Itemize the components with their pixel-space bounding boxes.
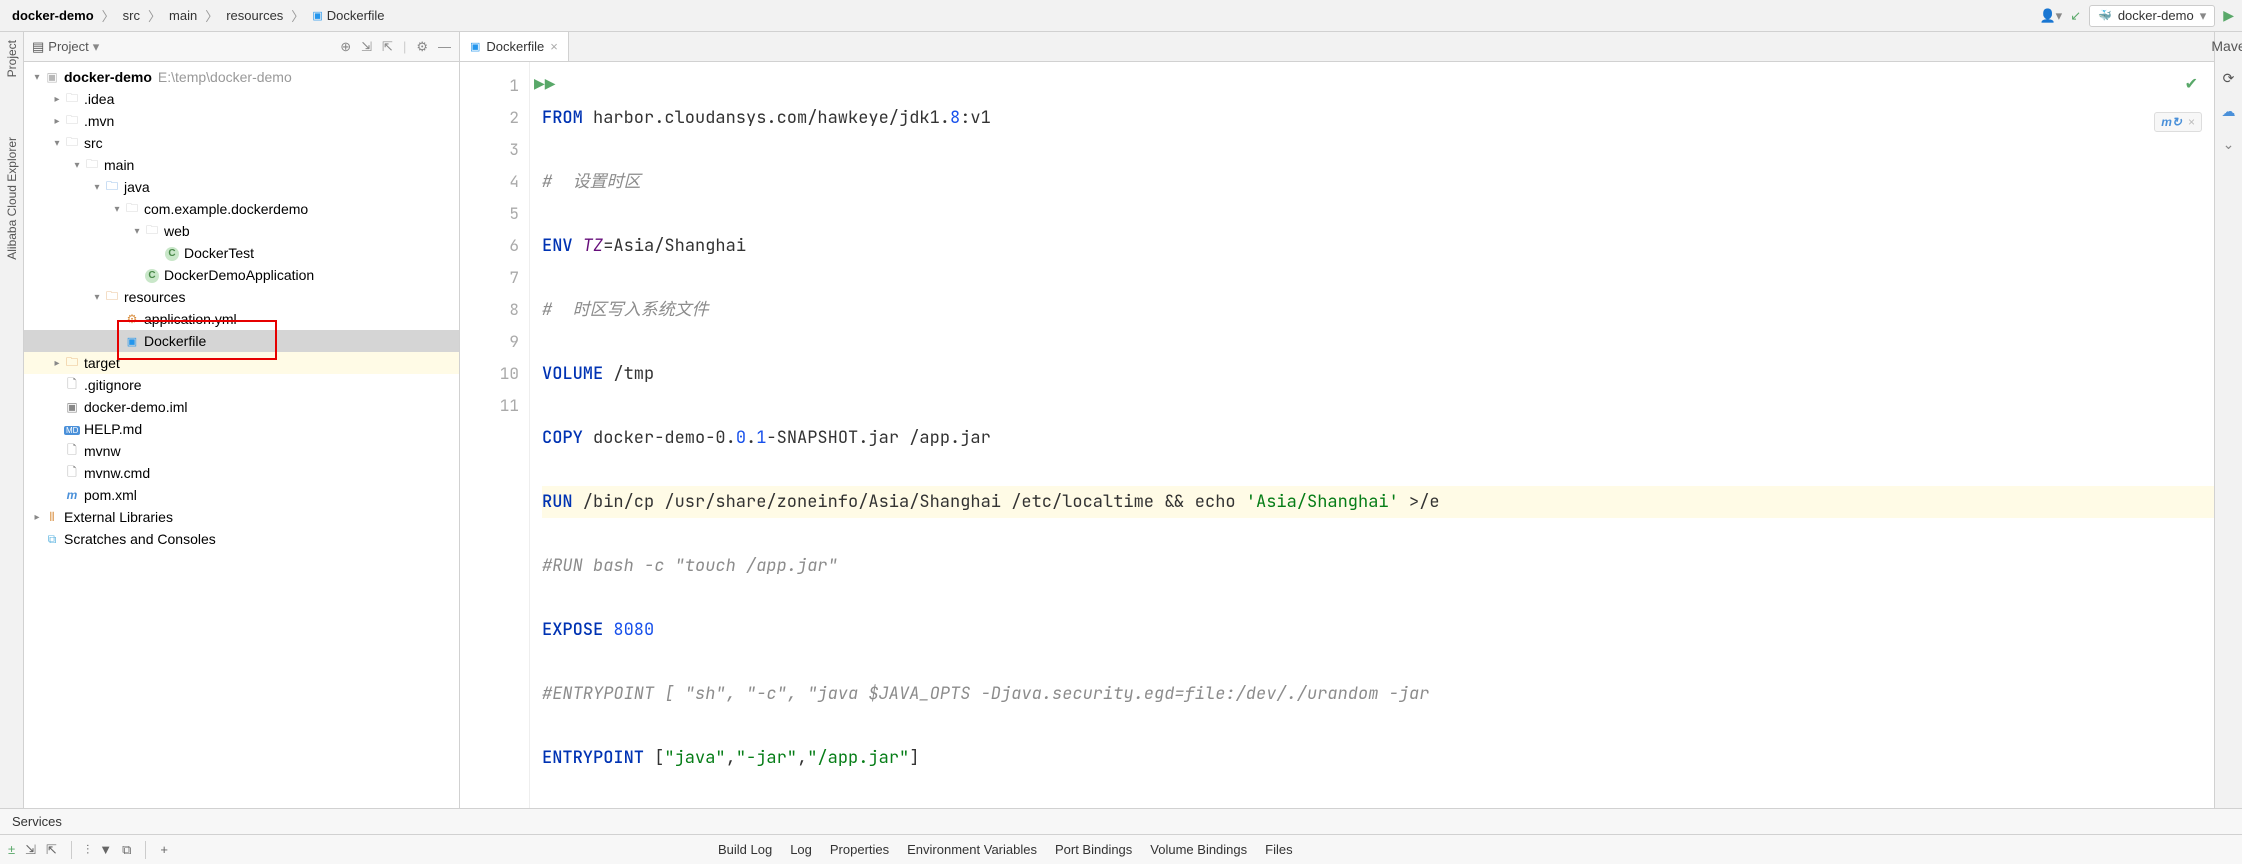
breadcrumb: docker-demo 〉 src 〉 main 〉 resources 〉 ▣… <box>8 6 389 25</box>
refresh-icon[interactable]: ⟳ <box>2223 70 2235 87</box>
code-editor[interactable]: FROM harbor.cloudansys.com/hawkeye/jdk1.… <box>530 62 2214 808</box>
run-config-selector[interactable]: 🐳 docker-demo ▾ <box>2089 5 2215 27</box>
divider <box>71 841 72 859</box>
build-icon[interactable]: ↙ <box>2070 8 2081 24</box>
tree-node-gitignore[interactable]: 🗋.gitignore <box>24 374 459 396</box>
docker-file-icon: ▣ <box>470 40 480 53</box>
tree-node-java[interactable]: ▾🗀java <box>24 176 459 198</box>
group-icon[interactable]: ⧉ <box>122 842 131 858</box>
hide-icon[interactable]: — <box>438 39 451 55</box>
inspection-ok-icon[interactable]: ✔ <box>2185 74 2198 94</box>
maven-reimport-badge[interactable]: m↻ × <box>2154 112 2202 132</box>
editor-tab-label: Dockerfile <box>486 39 544 54</box>
left-tool-strip: Project Alibaba Cloud Explorer <box>0 32 24 808</box>
breadcrumb-label: Dockerfile <box>327 8 385 23</box>
add-service-icon[interactable]: ± <box>8 842 15 857</box>
tab-build-log[interactable]: Build Log <box>718 842 772 857</box>
tab-env-vars[interactable]: Environment Variables <box>907 842 1037 857</box>
breadcrumb-item[interactable]: ▣ Dockerfile <box>308 6 388 25</box>
expand-all-icon[interactable]: ⇲ <box>361 39 372 55</box>
docker-icon: 🐳 <box>2098 9 2112 22</box>
top-breadcrumb-bar: docker-demo 〉 src 〉 main 〉 resources 〉 ▣… <box>0 0 2242 32</box>
editor-area: ▣ Dockerfile × 1 2 3 4 5 6 7 8 9 10 11 <box>460 32 2214 808</box>
project-tool-tab[interactable]: Project <box>5 40 19 77</box>
chevron-right-icon: 〉 <box>205 6 218 25</box>
chevron-down-icon[interactable]: ▾ <box>93 39 100 55</box>
alibaba-cloud-tab[interactable]: Alibaba Cloud Explorer <box>5 137 19 260</box>
close-tab-icon[interactable]: × <box>550 39 558 54</box>
chevron-right-icon: 〉 <box>148 6 161 25</box>
services-panel-header[interactable]: Services <box>0 808 2242 834</box>
tree-node-external-libs[interactable]: ▸⫴External Libraries <box>24 506 459 528</box>
collapse-all-icon[interactable]: ⇱ <box>382 39 393 55</box>
divider <box>145 841 146 859</box>
tree-node-app-class[interactable]: CDockerDemoApplication <box>24 264 459 286</box>
editor-body[interactable]: 1 2 3 4 5 6 7 8 9 10 11 ▶▶ FROM harbor.c… <box>460 62 2214 808</box>
maven-tool-tab[interactable]: Mave <box>2211 38 2242 54</box>
tree-node-pom[interactable]: mpom.xml <box>24 484 459 506</box>
collapse-icon[interactable]: ⇱ <box>46 842 57 858</box>
tree-node-dockertest[interactable]: CDockerTest <box>24 242 459 264</box>
services-label: Services <box>12 814 62 829</box>
funnel-icon[interactable]: ▼ <box>99 842 112 857</box>
project-tree[interactable]: ▾▣docker-demoE:\temp\docker-demo ▸🗀.idea… <box>24 62 459 554</box>
editor-tabs: ▣ Dockerfile × <box>460 32 2214 62</box>
tree-node-mvnwcmd[interactable]: 🗋mvnw.cmd <box>24 462 459 484</box>
breadcrumb-item[interactable]: resources <box>222 6 287 25</box>
breadcrumb-item[interactable]: main <box>165 6 201 25</box>
tree-node-mvn[interactable]: ▸🗀.mvn <box>24 110 459 132</box>
tab-port-bindings[interactable]: Port Bindings <box>1055 842 1132 857</box>
tree-node-appyml[interactable]: ⚙application.yml <box>24 308 459 330</box>
tree-node-src[interactable]: ▾🗀src <box>24 132 459 154</box>
tree-node-dockerfile[interactable]: ▣Dockerfile <box>24 330 459 352</box>
locate-icon[interactable]: ⊕ <box>340 39 351 55</box>
tab-log[interactable]: Log <box>790 842 812 857</box>
tree-node-scratches[interactable]: ⧉Scratches and Consoles <box>24 528 459 550</box>
breadcrumb-item[interactable]: src <box>119 6 144 25</box>
bottom-toolbar: ± ⇲ ⇱ ⫶ ▼ ⧉ + Build Log Log Properties E… <box>0 834 2242 864</box>
user-icon[interactable]: 👤▾ <box>2039 8 2062 24</box>
tab-volume-bindings[interactable]: Volume Bindings <box>1150 842 1247 857</box>
docker-file-icon: ▣ <box>312 9 322 22</box>
tree-node-package[interactable]: ▾🗀com.example.dockerdemo <box>24 198 459 220</box>
tree-node-idea[interactable]: ▸🗀.idea <box>24 88 459 110</box>
chevron-right-icon: 〉 <box>102 6 115 25</box>
right-tool-strip: Mave ⟳ ☁ ⌄ <box>2214 32 2242 808</box>
tree-node-iml[interactable]: ▣docker-demo.iml <box>24 396 459 418</box>
close-icon[interactable]: × <box>2188 115 2195 129</box>
tree-node-help[interactable]: MDHELP.md <box>24 418 459 440</box>
project-view-icon: ▤ <box>32 39 44 55</box>
project-panel-header: ▤ Project ▾ ⊕ ⇲ ⇱ | ⚙ — <box>24 32 459 62</box>
tree-node-resources[interactable]: ▾🗀resources <box>24 286 459 308</box>
chevron-right-icon: 〉 <box>291 6 304 25</box>
chevron-down-icon: ▾ <box>2200 8 2207 24</box>
project-panel: ▤ Project ▾ ⊕ ⇲ ⇱ | ⚙ — ▾▣docker-demoE:\… <box>24 32 460 808</box>
filter-icon[interactable]: ⫶ <box>86 842 89 858</box>
cloud-icon[interactable]: ☁ <box>2222 103 2236 120</box>
tab-properties[interactable]: Properties <box>830 842 889 857</box>
maven-icon: m↻ <box>2161 115 2182 129</box>
chevron-down-icon[interactable]: ⌄ <box>2223 136 2235 153</box>
tree-node-mvnw[interactable]: 🗋mvnw <box>24 440 459 462</box>
run-button[interactable]: ▶ <box>2223 7 2234 24</box>
project-panel-title[interactable]: Project <box>48 39 88 54</box>
breadcrumb-root[interactable]: docker-demo <box>8 6 98 25</box>
service-detail-tabs: Build Log Log Properties Environment Var… <box>718 842 1293 857</box>
expand-icon[interactable]: ⇲ <box>25 842 36 858</box>
tab-files[interactable]: Files <box>1265 842 1292 857</box>
editor-gutter: 1 2 3 4 5 6 7 8 9 10 11 <box>460 62 530 808</box>
tree-node-web[interactable]: ▾🗀web <box>24 220 459 242</box>
gear-icon[interactable]: ⚙ <box>416 39 428 55</box>
editor-tab-dockerfile[interactable]: ▣ Dockerfile × <box>460 32 569 61</box>
tree-node-target[interactable]: ▸🗀target <box>24 352 459 374</box>
tree-node-main[interactable]: ▾🗀main <box>24 154 459 176</box>
divider: | <box>403 39 406 55</box>
tree-root[interactable]: ▾▣docker-demoE:\temp\docker-demo <box>24 66 459 88</box>
run-config-label: docker-demo <box>2118 8 2194 23</box>
add-icon[interactable]: + <box>160 842 168 857</box>
